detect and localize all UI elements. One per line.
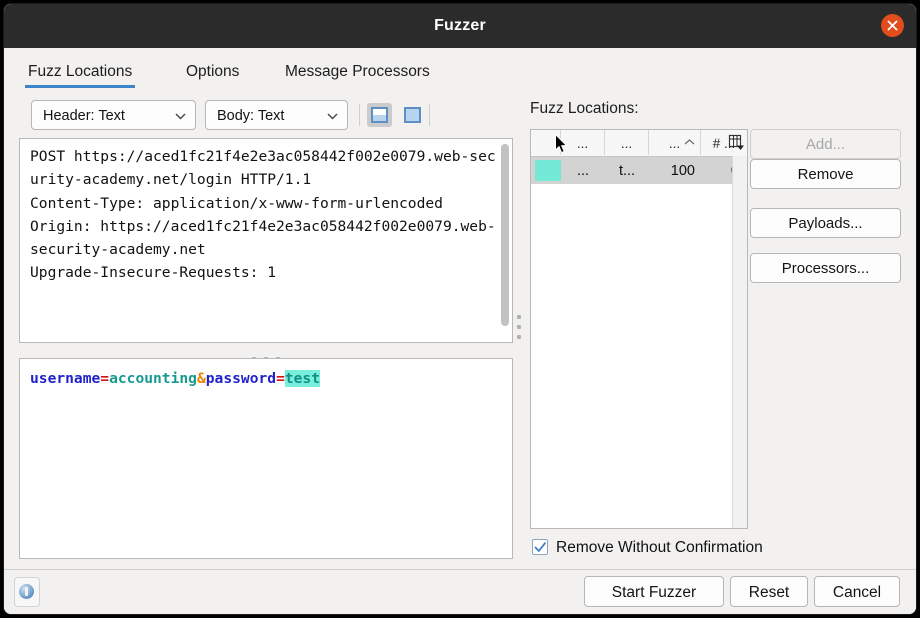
table-cell-1: ... — [561, 157, 605, 184]
body-token-eq: = — [100, 370, 109, 387]
chevron-down-icon — [175, 113, 186, 120]
single-pane-icon — [404, 107, 421, 123]
reset-button[interactable]: Reset — [730, 576, 808, 607]
table-column-settings-icon[interactable] — [728, 134, 745, 151]
fuzzer-dialog-window: Fuzzer Fuzz Locations Options Message Pr… — [4, 4, 916, 614]
fuzz-locations-label: Fuzz Locations: — [530, 100, 639, 118]
start-fuzzer-button[interactable]: Start Fuzzer — [584, 576, 724, 607]
toolbar-separator — [429, 104, 430, 126]
help-button[interactable] — [14, 577, 40, 607]
remove-button[interactable]: Remove — [750, 159, 901, 189]
help-icon — [19, 584, 34, 599]
sort-ascending-icon — [684, 139, 695, 145]
column-header-1[interactable]: ... — [561, 130, 605, 155]
tab-bar: Fuzz Locations Options Message Processor… — [4, 48, 916, 90]
tab-fuzz-locations[interactable]: Fuzz Locations — [25, 48, 135, 88]
column-header-2[interactable]: ... — [605, 130, 649, 155]
fuzz-locations-table: ... ... ... # ... — [530, 129, 748, 529]
body-token-key: password — [206, 370, 276, 387]
request-header-text: POST https://aced1fc21f4e2e3ac058442f002… — [20, 139, 510, 285]
dialog-footer: Start Fuzzer Reset Cancel — [4, 569, 916, 614]
toolbar-separator — [359, 104, 360, 126]
table-cell-3: 100 — [649, 157, 701, 184]
fuzz-locations-pane: Fuzz Locations: ... ... ... # ... — [528, 100, 903, 559]
body-token-val: accounting — [109, 370, 197, 387]
table-header-row: ... ... ... # ... — [531, 130, 747, 157]
column-header-3-sorted[interactable]: ... — [649, 130, 701, 155]
cancel-button[interactable]: Cancel — [814, 576, 900, 607]
request-body-text: username=accounting&password=test — [20, 359, 512, 390]
body-token-amp: & — [197, 370, 206, 387]
close-icon[interactable] — [881, 14, 904, 37]
split-pane-icon — [371, 107, 388, 123]
header-view-select[interactable]: Header: Text — [31, 100, 196, 130]
window-title: Fuzzer — [4, 4, 916, 48]
checkbox-label: Remove Without Confirmation — [556, 537, 763, 558]
checkmark-icon — [534, 541, 547, 554]
message-toolbar: Header: Text Body: Text — [19, 100, 513, 134]
body-token-key: username — [30, 370, 100, 387]
chevron-down-icon — [327, 113, 338, 120]
single-view-toggle[interactable] — [400, 103, 425, 127]
split-view-toggle[interactable] — [367, 103, 392, 127]
body-view-select[interactable]: Body: Text — [205, 100, 348, 130]
table-scroll-gutter[interactable] — [732, 156, 747, 528]
title-bar: Fuzzer — [4, 4, 916, 48]
processors-button[interactable]: Processors... — [750, 253, 901, 283]
add-button[interactable]: Add... — [750, 129, 901, 159]
table-cell-2: t... — [605, 157, 649, 184]
request-body-editor[interactable]: username=accounting&password=test — [19, 358, 513, 559]
column-header-color[interactable] — [531, 130, 561, 155]
vertical-splitter[interactable] — [514, 309, 524, 349]
header-scrollbar[interactable] — [501, 144, 509, 326]
message-pane: Header: Text Body: Text — [19, 100, 513, 559]
close-glyph — [886, 19, 899, 32]
body-token-highlight: test — [285, 370, 320, 387]
body-view-select-label: Body: Text — [217, 108, 284, 124]
header-view-select-label: Header: Text — [43, 108, 125, 124]
fuzz-location-color-swatch — [535, 160, 561, 181]
request-header-editor[interactable]: POST https://aced1fc21f4e2e3ac058442f002… — [19, 138, 513, 343]
tab-options[interactable]: Options — [183, 48, 242, 88]
body-token-eq: = — [276, 370, 285, 387]
table-row[interactable]: ... t... 100 0 — [531, 157, 747, 184]
tab-message-processors[interactable]: Message Processors — [282, 48, 433, 88]
checkbox-box — [532, 539, 548, 555]
payloads-button[interactable]: Payloads... — [750, 208, 901, 238]
column-header-3-label: ... — [669, 136, 680, 151]
horizontal-splitter[interactable] — [19, 345, 513, 356]
dialog-content: Header: Text Body: Text — [4, 89, 916, 570]
